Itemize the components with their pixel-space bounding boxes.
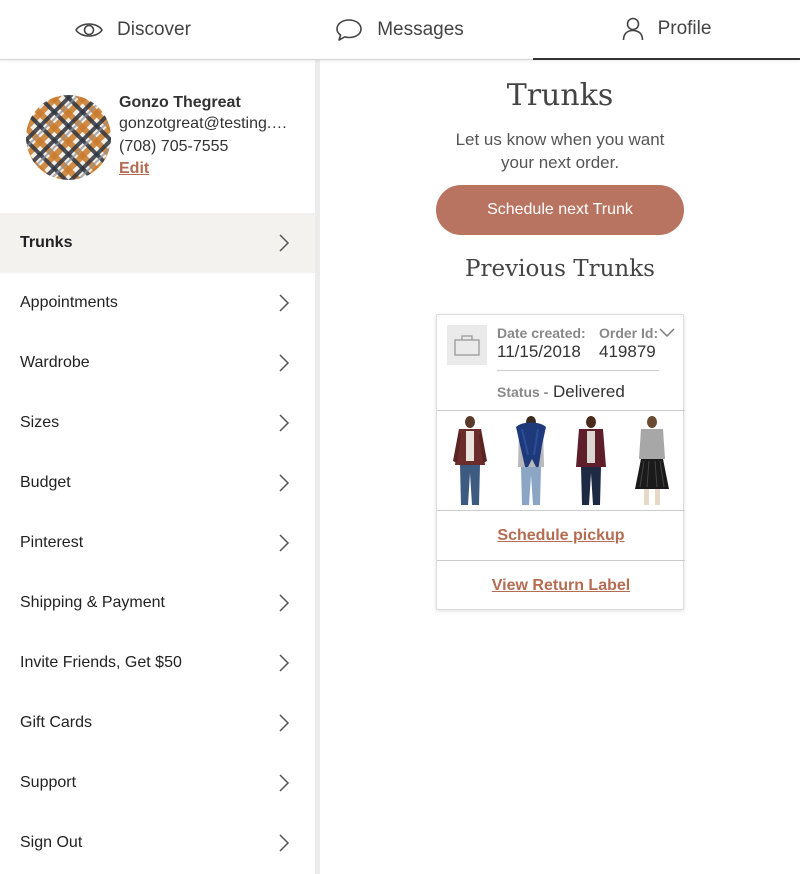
status-label: Status - xyxy=(497,384,549,400)
chevron-right-icon xyxy=(278,414,290,437)
tab-messages-label: Messages xyxy=(377,19,464,40)
schedule-next-trunk-button[interactable]: Schedule next Trunk xyxy=(436,185,684,235)
chevron-right-icon xyxy=(278,474,290,497)
menu-item-trunks[interactable]: Trunks xyxy=(0,213,315,273)
tab-profile[interactable]: Profile xyxy=(533,0,800,60)
menu-item-invite-friends[interactable]: Invite Friends, Get $50 xyxy=(0,633,315,693)
chevron-right-icon xyxy=(278,834,290,857)
main-content: Trunks Let us know when you want your ne… xyxy=(320,60,800,874)
tab-discover-label: Discover xyxy=(117,19,191,40)
trunk-card-header: Date created: 11/15/2018 Order Id: 41987… xyxy=(437,315,685,411)
item-thumbnail-leather-jacket[interactable] xyxy=(447,415,493,507)
chevron-right-icon xyxy=(278,714,290,737)
menu-item-label: Sign Out xyxy=(20,834,83,851)
chevron-down-icon[interactable] xyxy=(659,325,675,343)
menu-item-label: Wardrobe xyxy=(20,354,90,371)
view-return-label-link[interactable]: View Return Label xyxy=(492,577,630,595)
chevron-right-icon xyxy=(278,354,290,377)
menu-item-label: Pinterest xyxy=(20,534,84,551)
item-thumbnail-fur-scarf[interactable] xyxy=(507,415,554,507)
profile-name: Gonzo Thegreat xyxy=(119,94,241,111)
menu-item-pinterest[interactable]: Pinterest xyxy=(0,513,315,573)
chat-bubble-icon xyxy=(335,18,363,42)
order-id-label: Order Id: xyxy=(599,325,659,341)
chevron-right-icon xyxy=(278,234,290,257)
menu-item-support[interactable]: Support xyxy=(0,753,315,813)
page-subtitle: Let us know when you want your next orde… xyxy=(455,130,665,172)
tab-discover[interactable]: Discover xyxy=(0,0,266,60)
chevron-right-icon xyxy=(278,534,290,557)
previous-trunks-heading: Previous Trunks xyxy=(465,256,655,282)
edit-profile-link[interactable]: Edit xyxy=(119,160,149,178)
sidebar: Gonzo Thegreat gonzotgreat@testing.com (… xyxy=(0,60,315,874)
menu-item-label: Gift Cards xyxy=(20,714,93,731)
trunk-card: Date created: 11/15/2018 Order Id: 41987… xyxy=(436,314,685,611)
profile-summary: Gonzo Thegreat gonzotgreat@testing.com (… xyxy=(0,60,315,213)
menu-item-sign-out[interactable]: Sign Out xyxy=(0,813,315,873)
schedule-pickup-row: Schedule pickup xyxy=(437,511,685,561)
view-return-label-row: View Return Label xyxy=(437,561,685,611)
trunk-items xyxy=(437,411,685,511)
header-divider xyxy=(497,370,659,371)
item-thumbnail-pleated-skirt[interactable] xyxy=(628,415,675,507)
status-value: Delivered xyxy=(553,382,625,401)
menu-item-budget[interactable]: Budget xyxy=(0,453,315,513)
menu-item-appointments[interactable]: Appointments xyxy=(0,273,315,333)
menu-item-label: Appointments xyxy=(20,294,118,311)
menu-item-sizes[interactable]: Sizes xyxy=(0,393,315,453)
menu-item-label: Support xyxy=(20,774,77,791)
profile-menu: Trunks Appointments Wardrobe Sizes Budge… xyxy=(0,213,315,873)
tab-profile-label: Profile xyxy=(657,18,712,39)
page-title: Trunks xyxy=(506,78,614,113)
menu-item-label: Sizes xyxy=(20,414,60,431)
top-navigation: Discover Messages Profile xyxy=(0,0,800,60)
chevron-right-icon xyxy=(278,594,290,617)
menu-item-gift-cards[interactable]: Gift Cards xyxy=(0,693,315,753)
chevron-right-icon xyxy=(278,774,290,797)
person-icon xyxy=(622,17,644,41)
avatar[interactable] xyxy=(26,95,111,180)
shopping-bag-icon xyxy=(447,325,487,365)
tab-messages[interactable]: Messages xyxy=(266,0,533,60)
menu-item-label: Trunks xyxy=(20,234,73,251)
menu-item-label: Invite Friends, Get $50 xyxy=(20,654,182,671)
order-id-value: 419879 xyxy=(599,342,656,361)
eye-icon xyxy=(75,21,103,39)
menu-item-label: Shipping & Payment xyxy=(20,594,165,611)
date-created-label: Date created: xyxy=(497,325,586,341)
chevron-right-icon xyxy=(278,654,290,677)
chevron-right-icon xyxy=(278,294,290,317)
profile-email: gonzotgreat@testing.com xyxy=(119,115,294,132)
item-thumbnail-blazer[interactable] xyxy=(568,415,615,507)
menu-item-label: Budget xyxy=(20,474,71,491)
menu-item-shipping-payment[interactable]: Shipping & Payment xyxy=(0,573,315,633)
schedule-pickup-link[interactable]: Schedule pickup xyxy=(497,527,624,545)
profile-phone: (708) 705-7555 xyxy=(119,138,229,155)
date-created-value: 11/15/2018 xyxy=(497,342,581,361)
menu-item-wardrobe[interactable]: Wardrobe xyxy=(0,333,315,393)
